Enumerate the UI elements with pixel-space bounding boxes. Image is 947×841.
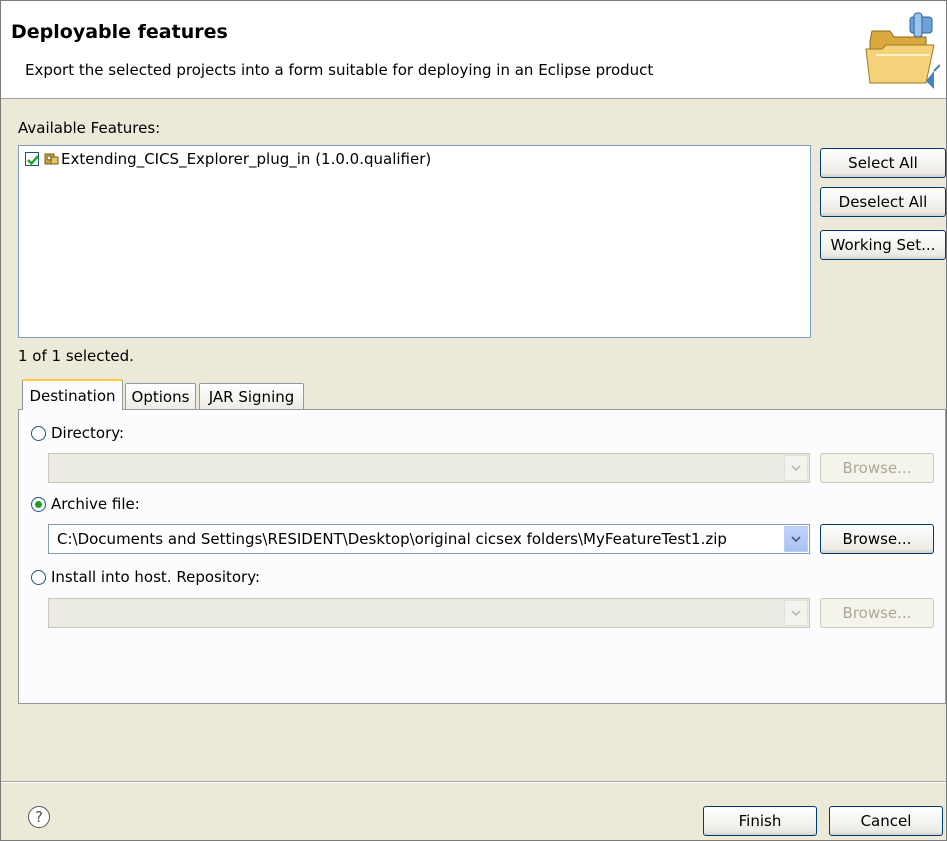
help-icon[interactable]: ?	[28, 806, 50, 828]
archive-radio[interactable]	[31, 496, 46, 512]
feature-label: Extending_CICS_Explorer_plug_in (1.0.0.q…	[61, 150, 432, 168]
footer-divider	[1, 781, 946, 783]
page-description: Export the selected projects into a form…	[25, 61, 654, 79]
archive-file-path: C:\Documents and Settings\RESIDENT\Deskt…	[57, 530, 727, 548]
archive-label: Archive file:	[51, 495, 140, 513]
folder-export-icon	[864, 11, 941, 91]
tab-destination[interactable]: Destination	[22, 379, 123, 410]
directory-combo[interactable]	[48, 453, 810, 483]
directory-label: Directory:	[51, 424, 125, 442]
repository-combo[interactable]	[48, 598, 810, 628]
feature-list[interactable]: Extending_CICS_Explorer_plug_in (1.0.0.q…	[18, 145, 811, 338]
chevron-down-icon[interactable]	[784, 526, 808, 552]
install-radio[interactable]	[31, 569, 46, 585]
directory-option[interactable]: Directory:	[31, 424, 124, 442]
working-set-button[interactable]: Working Set...	[820, 230, 946, 260]
archive-file-combo[interactable]: C:\Documents and Settings\RESIDENT\Deskt…	[48, 524, 810, 554]
cancel-button[interactable]: Cancel	[829, 806, 943, 836]
export-wizard-dialog: Deployable features Export the selected …	[0, 0, 947, 841]
archive-option[interactable]: Archive file:	[31, 495, 140, 513]
chevron-down-icon[interactable]	[784, 455, 808, 481]
deselect-all-button[interactable]: Deselect All	[820, 187, 946, 217]
tab-jar-signing[interactable]: JAR Signing	[199, 383, 304, 410]
install-option[interactable]: Install into host. Repository:	[31, 568, 260, 586]
feature-plugin-icon	[44, 153, 59, 165]
wizard-header: Deployable features Export the selected …	[1, 1, 946, 99]
available-features-label: Available Features:	[18, 119, 161, 137]
repository-browse-button[interactable]: Browse...	[820, 598, 934, 628]
install-label: Install into host. Repository:	[51, 568, 261, 586]
finish-button[interactable]: Finish	[703, 806, 817, 836]
selection-status: 1 of 1 selected.	[18, 347, 134, 365]
directory-radio[interactable]	[31, 425, 46, 441]
page-title: Deployable features	[11, 21, 228, 43]
chevron-down-icon[interactable]	[784, 600, 808, 626]
select-all-button[interactable]: Select All	[820, 148, 946, 178]
archive-browse-button[interactable]: Browse...	[820, 524, 934, 554]
list-item[interactable]: Extending_CICS_Explorer_plug_in (1.0.0.q…	[25, 150, 431, 168]
directory-browse-button[interactable]: Browse...	[820, 453, 934, 483]
feature-checkbox[interactable]	[25, 152, 39, 166]
tab-options[interactable]: Options	[125, 383, 196, 410]
